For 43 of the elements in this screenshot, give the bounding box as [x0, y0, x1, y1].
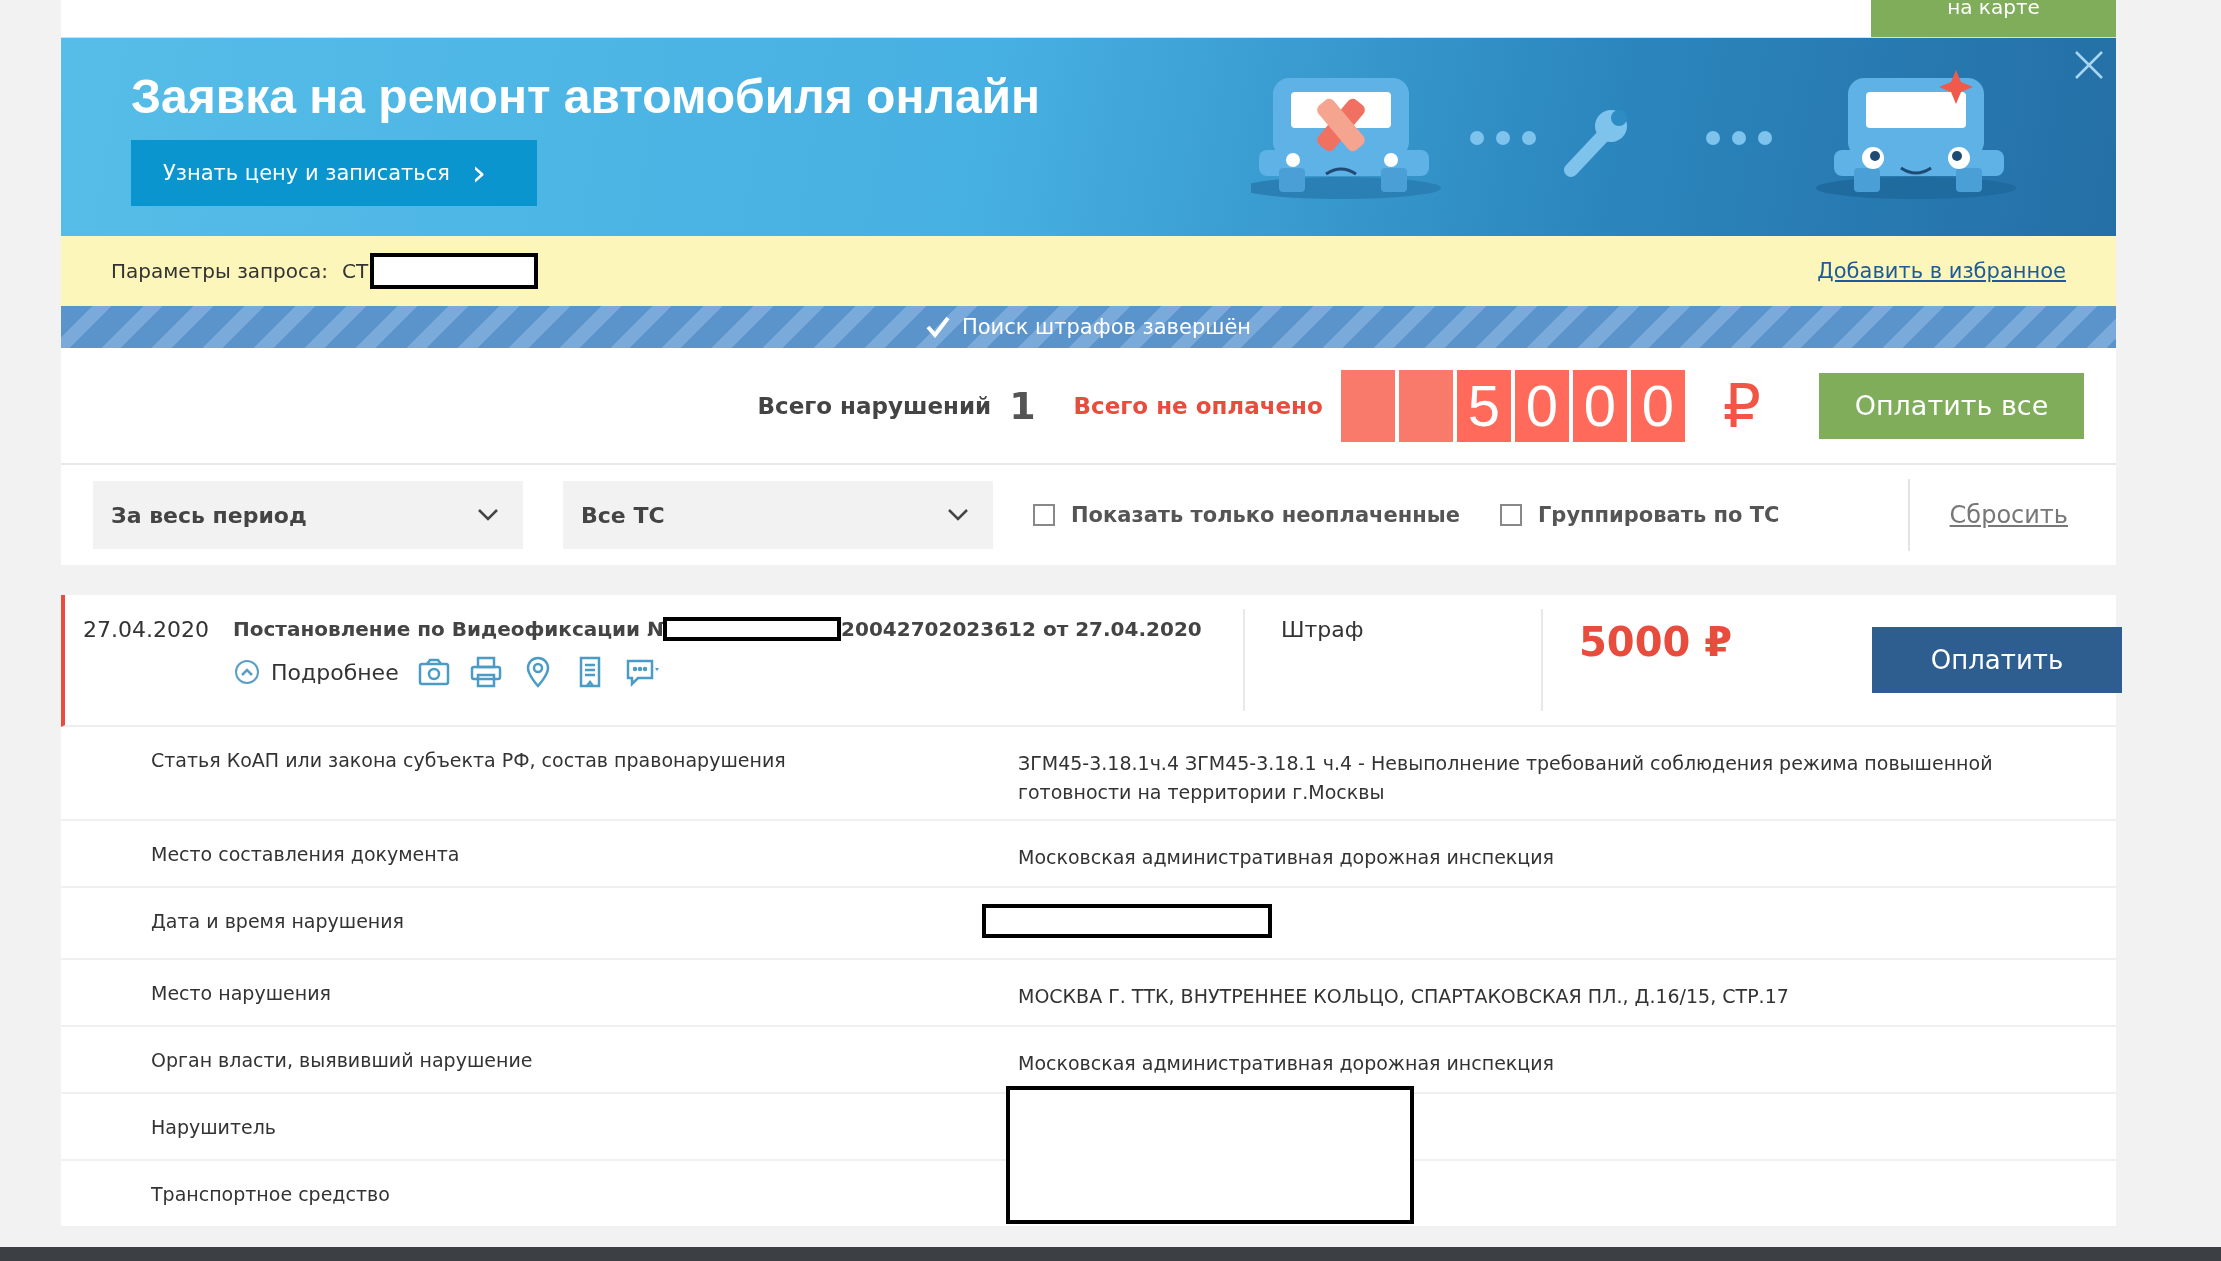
add-favorite-link[interactable]: Добавить в избранное: [1817, 259, 2066, 283]
detail-value: Московская административная дорожная инспекция: [1018, 846, 1554, 868]
vehicle-dropdown[interactable]: Все ТС: [563, 481, 993, 549]
banner-title: Заявка на ремонт автомобиля онлайн: [131, 68, 1041, 124]
amount-digit: 0: [1514, 369, 1569, 442]
request-value: СТ: [342, 259, 369, 283]
dots-drawing: [1706, 131, 1772, 145]
amount-digit: 0: [1630, 369, 1685, 442]
period-dropdown[interactable]: За весь период: [93, 481, 523, 549]
status-text: Поиск штрафов завершён: [961, 315, 1252, 339]
detail-label: Статья КоАП или закона субъекта РФ, состав правонарушения: [150, 748, 787, 773]
close-icon[interactable]: [2074, 50, 2104, 80]
detail-label: Дата и время нарушения: [150, 909, 406, 934]
banner-button[interactable]: Узнать цену и записаться ›: [131, 139, 537, 206]
detail-value: Московская административная дорожная инспекция: [1018, 1052, 1554, 1074]
checkbox-label[interactable]: Показать только неоплаченные: [1071, 503, 1460, 527]
violations-label: Всего нарушений: [757, 392, 992, 419]
detail-label: Орган власти, выявивший нарушение: [150, 1048, 534, 1073]
unpaid-label: Всего не оплачено: [1073, 392, 1323, 419]
currency-sign: ₽: [1722, 370, 1761, 441]
details-toggle[interactable]: Подробнее: [233, 655, 399, 689]
printer-icon[interactable]: [468, 655, 503, 689]
detail-value: МОСКВА Г. ТТК, ВНУТРЕННЕЕ КОЛЬЦО, СПАРТАКОВСКАЯ ПЛ., Д.16/15, СТР.17: [1018, 985, 1789, 1007]
detail-label: Нарушитель: [150, 1115, 278, 1140]
wrench-icon: [1564, 110, 1627, 177]
detail-label: Место составления документа: [150, 842, 461, 867]
fine-type: Штраф: [1280, 616, 1365, 644]
detail-label: Транспортное средство: [150, 1182, 391, 1207]
amount-digit: 0: [1572, 369, 1627, 442]
fine-title: 20042702023612 от 27.04.2020: [841, 617, 1202, 641]
violations-count: 1: [1009, 383, 1036, 428]
checkbox-label[interactable]: Группировать по ТС: [1537, 503, 1780, 527]
reset-link[interactable]: Сбросить: [1949, 501, 2068, 529]
pay-button[interactable]: Оплатить: [1872, 627, 2122, 693]
amount-digit: 5: [1456, 369, 1511, 442]
detail-label: Место нарушения: [150, 981, 332, 1006]
detail-value: ЗГМ45-3.18.1ч.4 ЗГМ45-3.18.1 ч.4 - Невыполнение требований соблюдения режима повышенной готовности на территории г.Москвы: [1018, 752, 1993, 803]
fine-date: 27.04.2020: [82, 616, 210, 644]
dots-drawing: [1470, 131, 1536, 145]
fine-amount: 5000 ₽: [1578, 618, 1734, 667]
checkbox[interactable]: [1499, 504, 1522, 526]
request-label: Параметры запроса:: [111, 259, 329, 283]
checkbox[interactable]: [1033, 504, 1055, 526]
